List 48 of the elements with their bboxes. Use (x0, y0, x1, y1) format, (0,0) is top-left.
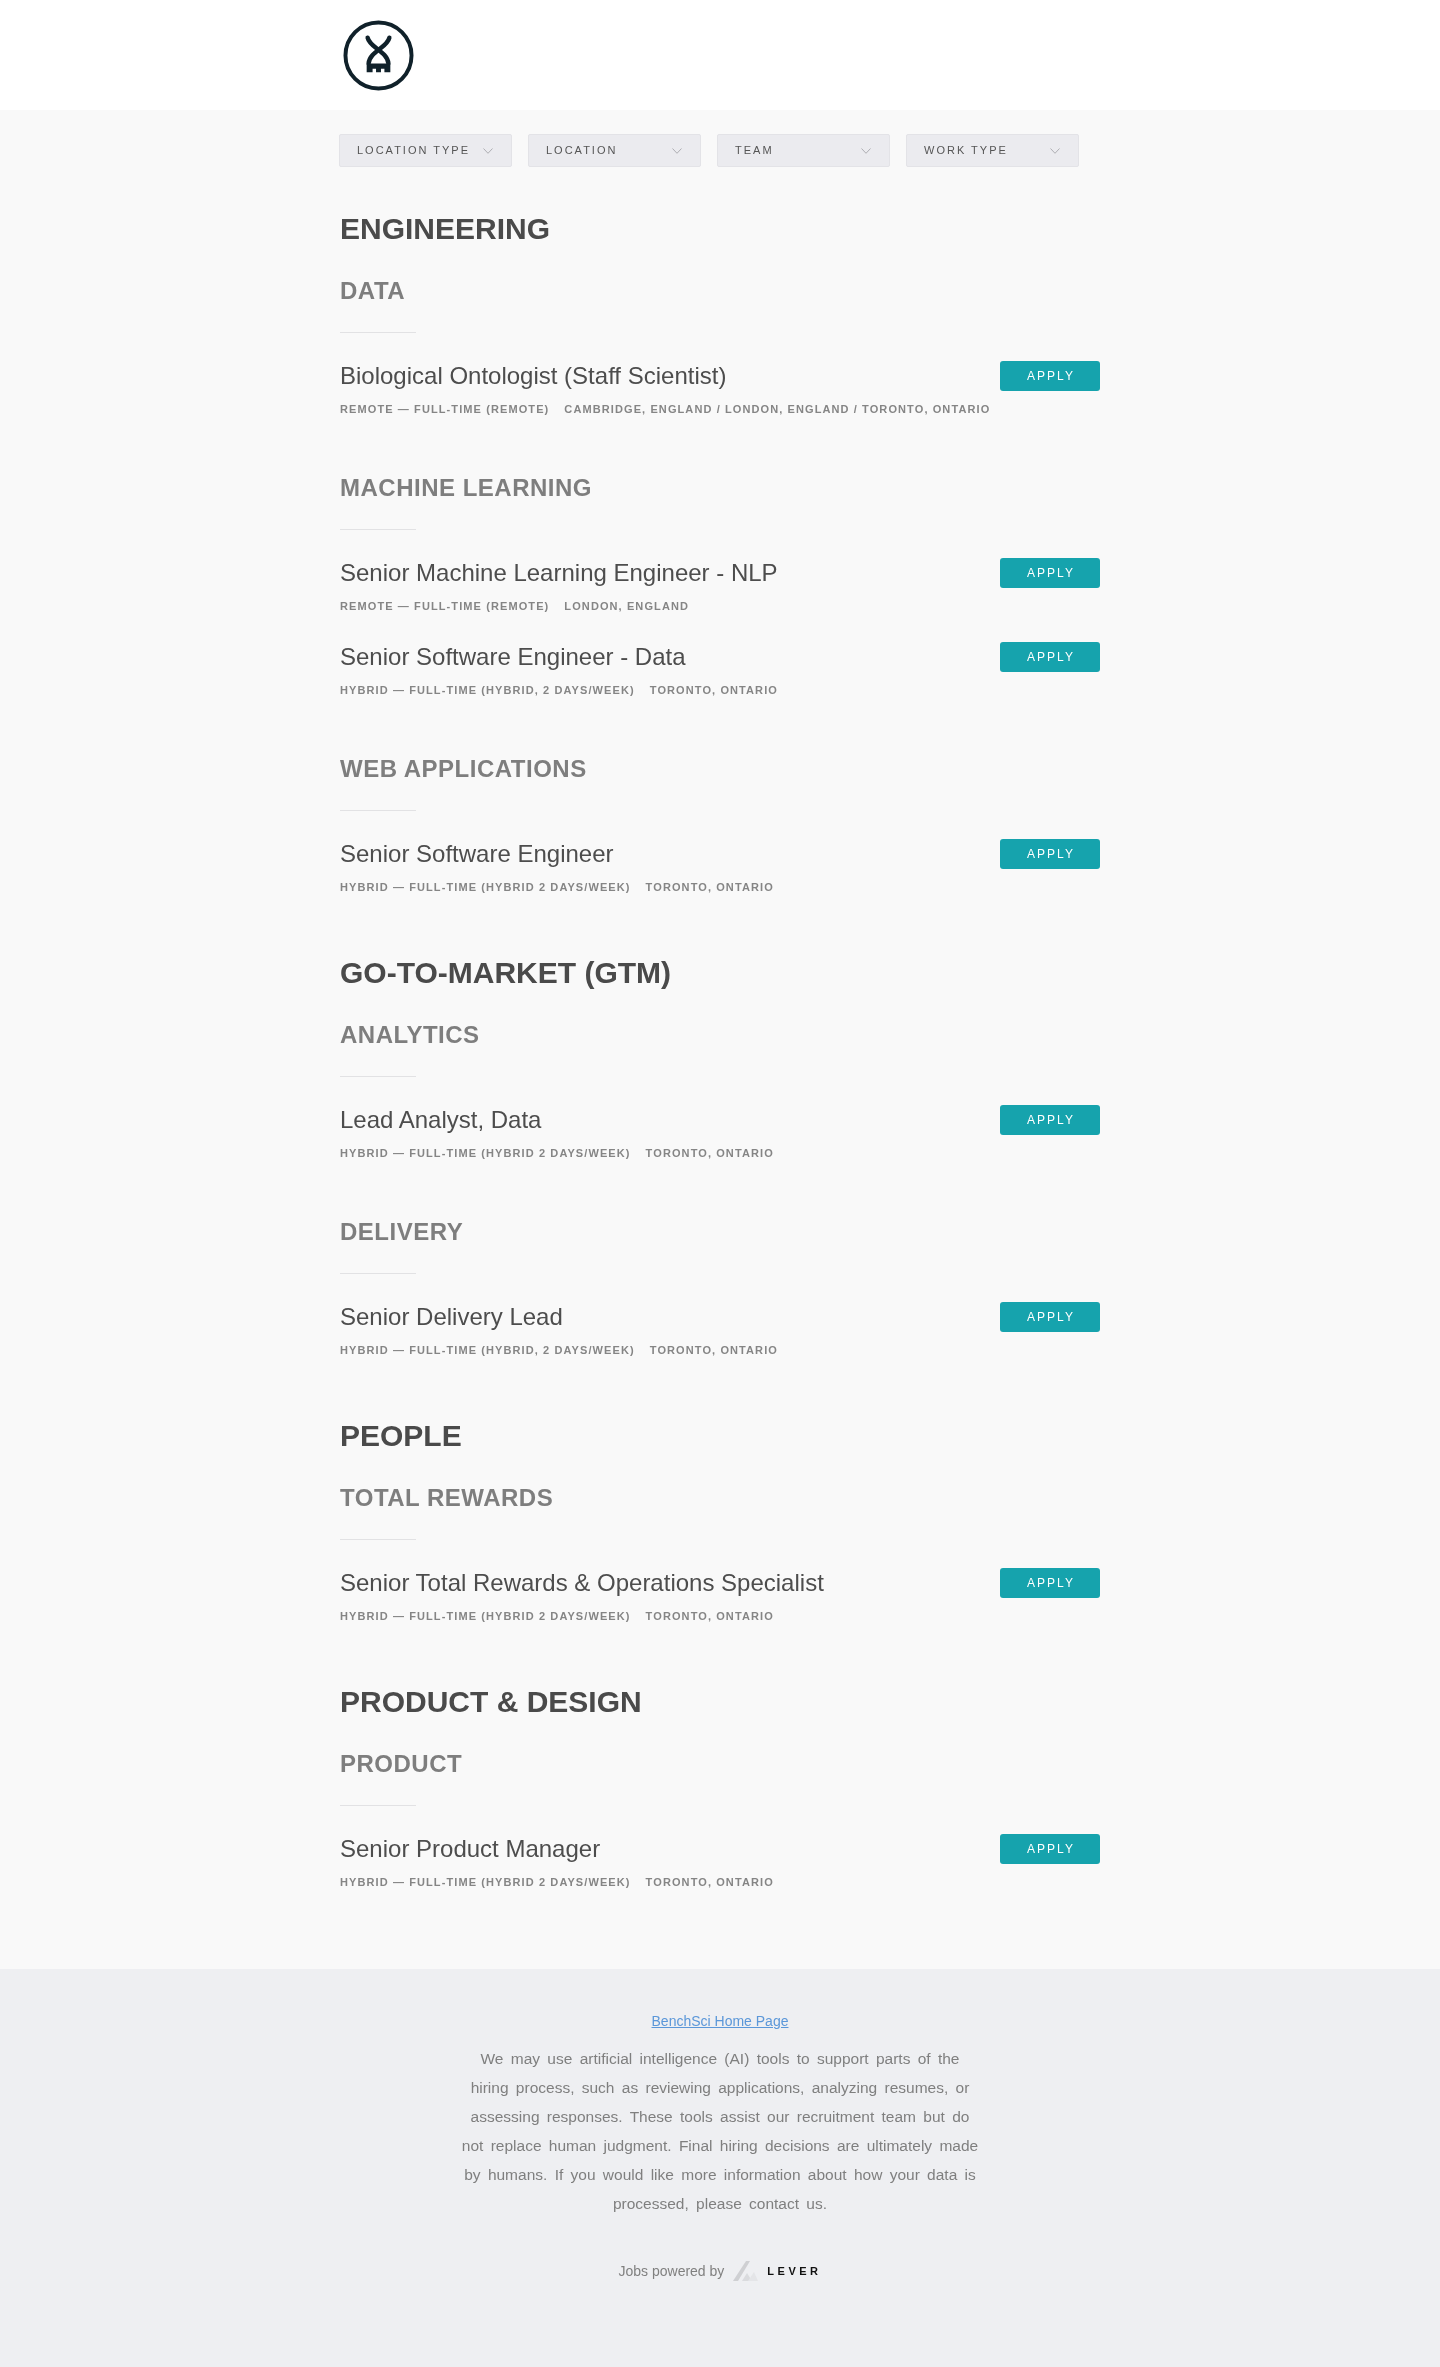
job-commitment: HYBRID — FULL-TIME (HYBRID 2 DAYS/WEEK) (340, 1609, 631, 1624)
job-location: TORONTO, ONTARIO (649, 683, 778, 698)
job-commitment: HYBRID — FULL-TIME (HYBRID 2 DAYS/WEEK) (340, 1875, 631, 1890)
filter-dropdown[interactable]: LOCATION (528, 134, 701, 167)
category-heading: PRODUCT & DESIGN (340, 1684, 643, 1720)
lever-logo-link[interactable]: LEVER (733, 2261, 822, 2281)
job-title[interactable]: Senior Software Engineer - Data (340, 642, 686, 672)
job-commitment: REMOTE — FULL-TIME (REMOTE) (340, 402, 550, 417)
job-title[interactable]: Senior Total Rewards & Operations Specialist (340, 1568, 824, 1598)
team-heading: TOTAL REWARDS (340, 1483, 555, 1513)
job-location: TORONTO, ONTARIO (649, 1343, 778, 1358)
ai-notice-text: We may use artificial intelligence (AI) tools to support parts of the hiring process, such as reviewing applications, analyzing resumes, or assessing responses. These tools assist our recruitment team but do not replace human judgment. Final hiring decisions are ultimately made by humans. If you would like more information about how your data is processed, please contact us. (460, 2049, 980, 2214)
job-commitment: HYBRID — FULL-TIME (HYBRID 2 DAYS/WEEK) (340, 1146, 631, 1161)
job-commitment: HYBRID — FULL-TIME (HYBRID, 2 DAYS/WEEK) (340, 1343, 635, 1358)
job-commitment: HYBRID — FULL-TIME (HYBRID, 2 DAYS/WEEK) (340, 683, 635, 698)
job-commitment: REMOTE — FULL-TIME (REMOTE) (340, 599, 550, 614)
chevron-down-icon (483, 147, 493, 154)
chevron-down-icon (1050, 147, 1060, 154)
powered-by-text: Jobs powered by (618, 2262, 725, 2281)
job-title[interactable]: Lead Analyst, Data (340, 1105, 542, 1135)
chevron-down-icon (861, 147, 871, 154)
job-location: CAMBRIDGE, ENGLAND / LONDON, ENGLAND / TORONTO, ONTARIO (564, 402, 991, 417)
filter-dropdown[interactable]: LOCATION TYPE (339, 134, 512, 167)
chevron-down-icon (672, 147, 682, 154)
filter-dropdown[interactable]: WORK TYPE (906, 134, 1079, 167)
job-commitment: HYBRID — FULL-TIME (HYBRID 2 DAYS/WEEK) (340, 880, 631, 895)
category-heading: PEOPLE (340, 1418, 463, 1454)
job-title[interactable]: Senior Delivery Lead (340, 1302, 563, 1332)
lever-mark-icon (733, 2261, 759, 2281)
team-heading: DATA (340, 276, 407, 306)
team-heading: ANALYTICS (340, 1020, 481, 1050)
job-title[interactable]: Senior Software Engineer (340, 839, 614, 869)
team-heading: DELIVERY (340, 1217, 465, 1247)
job-title[interactable]: Biological Ontologist (Staff Scientist) (340, 361, 727, 391)
job-location: LONDON, ENGLAND (564, 599, 690, 614)
job-location: TORONTO, ONTARIO (645, 1609, 774, 1624)
job-location: TORONTO, ONTARIO (645, 880, 774, 895)
category-heading: GO-TO-MARKET (GTM) (340, 955, 673, 991)
job-location: TORONTO, ONTARIO (645, 1146, 774, 1161)
team-heading: MACHINE LEARNING (340, 473, 593, 503)
helix-logo-icon[interactable] (343, 20, 414, 91)
job-title[interactable]: Senior Machine Learning Engineer - NLP (340, 558, 778, 588)
team-heading: PRODUCT (340, 1749, 464, 1779)
team-heading: WEB APPLICATIONS (340, 754, 588, 784)
job-location: TORONTO, ONTARIO (645, 1875, 774, 1890)
job-title[interactable]: Senior Product Manager (340, 1834, 601, 1864)
category-heading: ENGINEERING (340, 211, 552, 247)
filter-dropdown[interactable]: TEAM (717, 134, 890, 167)
